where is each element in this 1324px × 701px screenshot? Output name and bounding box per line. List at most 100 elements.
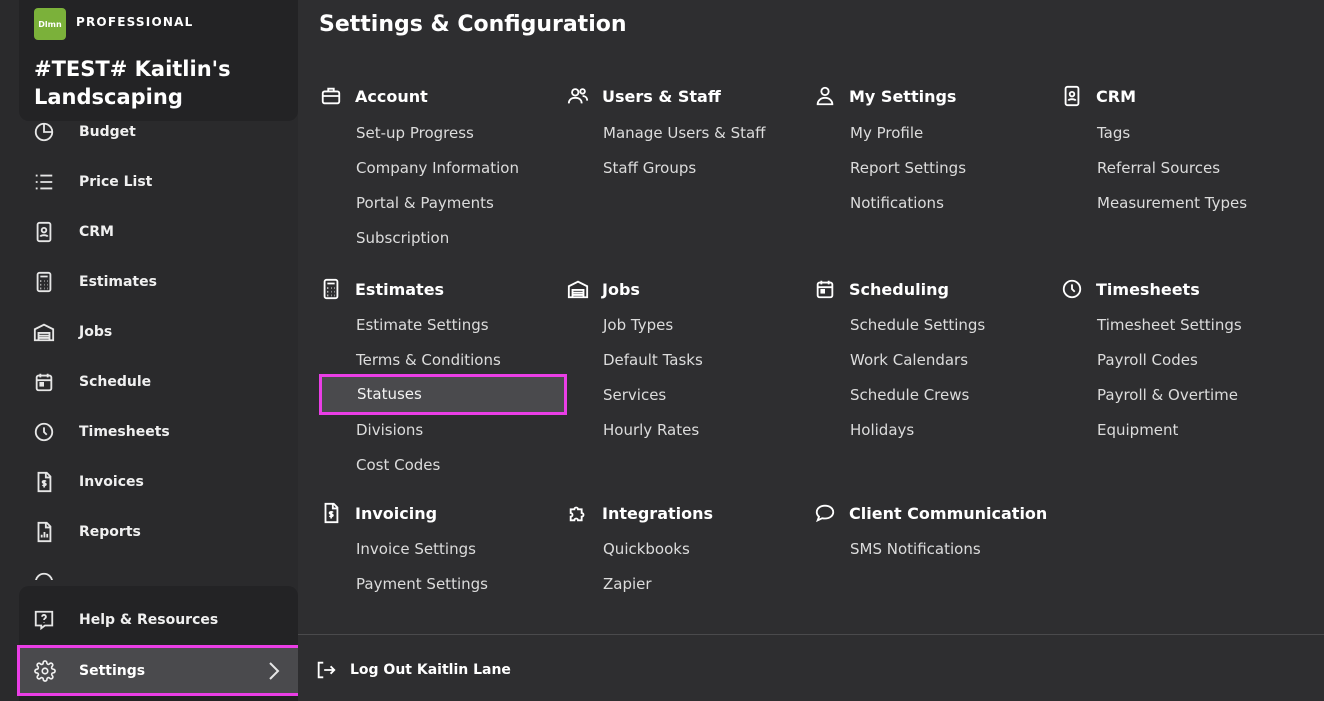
link-manage-users-staff[interactable]: Manage Users & Staff (603, 116, 766, 151)
link-notifications[interactable]: Notifications (850, 186, 944, 221)
logout-button[interactable]: Log Out Kaitlin Lane (315, 657, 511, 683)
sidebar: Budget Price List CRM Estimates Jobs Sch… (0, 0, 301, 701)
help-icon (32, 608, 56, 632)
section-title: Scheduling (849, 280, 949, 299)
clock-icon (32, 420, 56, 444)
sidebar-item-crm[interactable]: CRM (0, 212, 298, 252)
section-title: Jobs (602, 280, 640, 299)
link-tags[interactable]: Tags (1097, 116, 1130, 151)
brand-card: Dlmn PROFESSIONAL #TEST# Kaitlin's Lands… (19, 0, 298, 121)
invoice-icon (32, 470, 56, 494)
section-title: My Settings (849, 87, 957, 106)
company-name: #TEST# Kaitlin's Landscaping (34, 57, 231, 109)
section-title: Client Communication (849, 504, 1048, 523)
gear-icon (33, 659, 57, 683)
link-divisions[interactable]: Divisions (356, 413, 423, 448)
garage-icon (32, 320, 56, 344)
sidebar-item-schedule[interactable]: Schedule (0, 362, 298, 402)
divider (298, 634, 1324, 635)
sidebar-item-label: Reports (79, 524, 141, 540)
section-title: Integrations (602, 504, 714, 523)
settings-main-panel: Settings & Configuration Account Set-up … (298, 0, 1324, 701)
link-payroll-overtime[interactable]: Payroll & Overtime (1097, 378, 1238, 413)
chat-bubble-icon (813, 501, 837, 525)
link-setup-progress[interactable]: Set-up Progress (356, 116, 474, 151)
list-icon (32, 170, 56, 194)
sidebar-item-jobs[interactable]: Jobs (0, 312, 298, 352)
link-company-information[interactable]: Company Information (356, 151, 519, 186)
sidebar-item-settings[interactable]: Settings (17, 645, 301, 696)
garage-icon (566, 277, 590, 301)
link-schedule-crews[interactable]: Schedule Crews (850, 378, 969, 413)
link-payroll-codes[interactable]: Payroll Codes (1097, 343, 1198, 378)
contact-card-icon (32, 220, 56, 244)
section-title: CRM (1096, 87, 1136, 106)
brand-logo[interactable]: Dlmn (34, 8, 66, 40)
report-icon (32, 520, 56, 544)
link-invoice-settings[interactable]: Invoice Settings (356, 532, 476, 567)
sidebar-item-label: CRM (79, 224, 114, 240)
sidebar-item-label: Timesheets (79, 424, 170, 440)
link-cost-codes[interactable]: Cost Codes (356, 448, 440, 483)
link-zapier[interactable]: Zapier (603, 567, 652, 602)
section-title: Invoicing (355, 504, 438, 523)
link-terms-conditions[interactable]: Terms & Conditions (356, 343, 501, 378)
help-label: Help & Resources (79, 612, 219, 628)
link-default-tasks[interactable]: Default Tasks (603, 343, 703, 378)
users-icon (566, 84, 590, 108)
link-portal-payments[interactable]: Portal & Payments (356, 186, 494, 221)
chevron-right-icon (268, 661, 280, 681)
puzzle-icon (566, 501, 590, 525)
sidebar-item-estimates[interactable]: Estimates (0, 262, 298, 302)
link-referral-sources[interactable]: Referral Sources (1097, 151, 1220, 186)
logout-label: Log Out Kaitlin Lane (350, 662, 511, 678)
clock-icon (1060, 277, 1084, 301)
person-icon (813, 84, 837, 108)
sidebar-item-help[interactable]: Help & Resources (0, 600, 298, 640)
sidebar-item-reports[interactable]: Reports (0, 512, 298, 552)
sidebar-item-timesheets[interactable]: Timesheets (0, 412, 298, 452)
link-payment-settings[interactable]: Payment Settings (356, 567, 488, 602)
partial-icon (32, 570, 56, 580)
link-quickbooks[interactable]: Quickbooks (603, 532, 690, 567)
sidebar-nav: Budget Price List CRM Estimates Jobs Sch… (0, 110, 298, 580)
link-schedule-settings[interactable]: Schedule Settings (850, 308, 985, 343)
sidebar-item-label: Estimates (79, 274, 157, 290)
sidebar-item-label: Jobs (79, 324, 113, 340)
sidebar-item-invoices[interactable]: Invoices (0, 462, 298, 502)
link-holidays[interactable]: Holidays (850, 413, 914, 448)
link-estimate-settings[interactable]: Estimate Settings (356, 308, 489, 343)
link-services[interactable]: Services (603, 378, 666, 413)
section-title: Account (355, 87, 428, 106)
sidebar-item-label: Price List (79, 174, 153, 190)
briefcase-icon (319, 84, 343, 108)
link-timesheet-settings[interactable]: Timesheet Settings (1097, 308, 1242, 343)
logout-icon (315, 659, 337, 681)
link-work-calendars[interactable]: Work Calendars (850, 343, 968, 378)
budget-icon (32, 120, 56, 144)
link-staff-groups[interactable]: Staff Groups (603, 151, 696, 186)
link-statuses[interactable]: Statuses (319, 374, 567, 415)
sidebar-item-label: Budget (79, 124, 136, 140)
link-job-types[interactable]: Job Types (603, 308, 673, 343)
calculator-icon (32, 270, 56, 294)
calendar-icon (813, 277, 837, 301)
section-title: Estimates (355, 280, 445, 299)
section-title: Users & Staff (602, 87, 721, 106)
link-equipment[interactable]: Equipment (1097, 413, 1178, 448)
calculator-icon (319, 277, 343, 301)
section-title: Timesheets (1096, 280, 1200, 299)
plan-tier-label: PROFESSIONAL (76, 15, 194, 29)
link-hourly-rates[interactable]: Hourly Rates (603, 413, 699, 448)
invoice-icon (319, 501, 343, 525)
link-report-settings[interactable]: Report Settings (850, 151, 966, 186)
link-my-profile[interactable]: My Profile (850, 116, 923, 151)
link-subscription[interactable]: Subscription (356, 221, 449, 256)
sidebar-item-label: Schedule (79, 374, 152, 390)
sidebar-item-price-list[interactable]: Price List (0, 162, 298, 202)
sidebar-item-label: Invoices (79, 474, 144, 490)
sidebar-item-partial[interactable] (0, 562, 298, 580)
settings-label: Settings (79, 662, 146, 679)
link-measurement-types[interactable]: Measurement Types (1097, 186, 1247, 221)
link-sms-notifications[interactable]: SMS Notifications (850, 532, 981, 567)
